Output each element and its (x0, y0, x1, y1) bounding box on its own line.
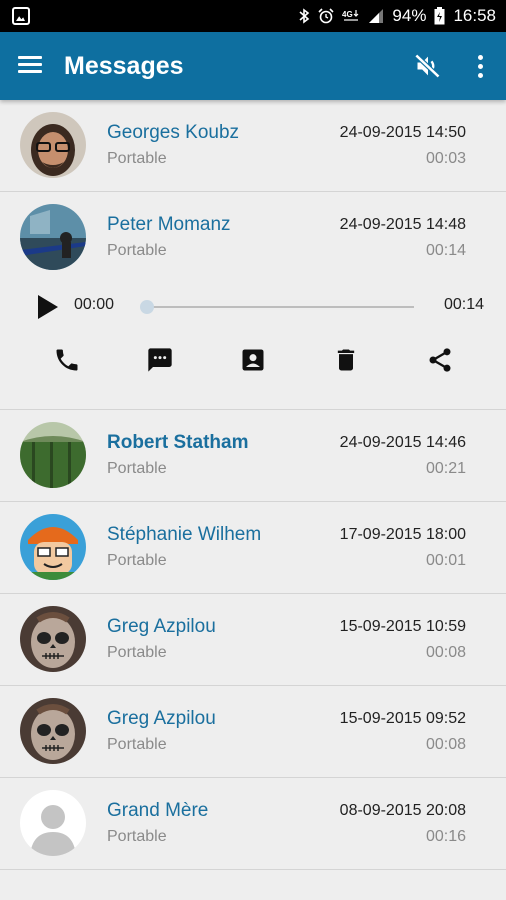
message-date: 08-09-2015 20:08 (339, 802, 466, 819)
phone-type: Portable (107, 736, 167, 753)
message-icon[interactable] (146, 346, 174, 374)
play-icon[interactable] (38, 295, 58, 319)
page-title: Messages (64, 52, 184, 80)
contact-name: Georges Koubz (107, 122, 240, 143)
phone-type: Portable (107, 242, 167, 259)
message-date: 24-09-2015 14:50 (339, 124, 466, 141)
avatar (20, 204, 86, 270)
list-item[interactable]: Georges Koubz Portable 24-09-2015 14:50 … (0, 100, 506, 192)
audio-player: 00:00 00:14 (0, 284, 506, 344)
list-item[interactable]: Robert Statham Portable 24-09-2015 14:46… (0, 410, 506, 502)
avatar (20, 790, 86, 856)
phone-type: Portable (107, 552, 167, 569)
avatar (20, 514, 86, 580)
contact-name: Greg Azpilou (107, 708, 216, 729)
app-bar: Messages (0, 32, 506, 100)
player-seek-track[interactable] (147, 306, 414, 308)
signal-icon (369, 9, 384, 23)
message-date: 15-09-2015 10:59 (339, 618, 466, 635)
more-vert-icon[interactable] (470, 52, 490, 80)
message-duration: 00:08 (425, 736, 466, 753)
message-duration: 00:16 (425, 828, 466, 845)
alarm-icon (318, 8, 334, 24)
phone-type: Portable (107, 644, 167, 661)
message-date: 15-09-2015 09:52 (339, 710, 466, 727)
contact-name: Grand Mère (107, 800, 209, 821)
list-item[interactable]: Grand Mère Portable 08-09-2015 20:08 00:… (0, 778, 506, 870)
message-list: Georges Koubz Portable 24-09-2015 14:50 … (0, 100, 506, 870)
delete-icon[interactable] (332, 346, 360, 374)
message-duration: 00:21 (425, 460, 466, 477)
player-seek-handle[interactable] (140, 300, 154, 314)
menu-icon[interactable] (18, 56, 42, 74)
bluetooth-icon (299, 8, 310, 24)
contact-name: Peter Momanz (107, 214, 231, 235)
list-item[interactable]: Greg Azpilou Portable 15-09-2015 09:52 0… (0, 686, 506, 778)
contact-name: Robert Statham (107, 432, 249, 453)
message-date: 17-09-2015 18:00 (339, 526, 466, 543)
avatar (20, 698, 86, 764)
message-duration: 00:01 (425, 552, 466, 569)
mute-icon[interactable] (414, 52, 442, 80)
image-notification-icon (12, 7, 30, 25)
message-actions (0, 340, 506, 380)
player-current-time: 00:00 (74, 296, 115, 313)
phone-type: Portable (107, 460, 167, 477)
message-date: 24-09-2015 14:48 (339, 216, 466, 233)
avatar (20, 112, 86, 178)
avatar (20, 422, 86, 488)
message-date: 24-09-2015 14:46 (339, 434, 466, 451)
avatar (20, 606, 86, 672)
list-item[interactable]: Stéphanie Wilhem Portable 17-09-2015 18:… (0, 502, 506, 594)
list-item-expanded[interactable]: Peter Momanz Portable 24-09-2015 14:48 0… (0, 192, 506, 410)
svg-text:4G: 4G (342, 10, 353, 19)
contact-name: Greg Azpilou (107, 616, 216, 637)
battery-level: 94% (392, 6, 427, 25)
battery-icon (434, 7, 445, 25)
contact-name: Stéphanie Wilhem (107, 524, 262, 545)
status-bar: 4G 94% 16:58 (0, 0, 506, 32)
clock: 16:58 (453, 6, 496, 25)
phone-type: Portable (107, 150, 167, 167)
message-duration: 00:08 (425, 644, 466, 661)
list-item[interactable]: Greg Azpilou Portable 15-09-2015 10:59 0… (0, 594, 506, 686)
phone-type: Portable (107, 828, 167, 845)
phone-icon[interactable] (53, 346, 81, 374)
share-icon[interactable] (426, 346, 454, 374)
4g-icon: 4G (342, 10, 359, 21)
message-duration: 00:14 (425, 242, 466, 259)
message-duration: 00:03 (425, 150, 466, 167)
contact-icon[interactable] (239, 346, 267, 374)
player-total-time: 00:14 (444, 296, 485, 313)
